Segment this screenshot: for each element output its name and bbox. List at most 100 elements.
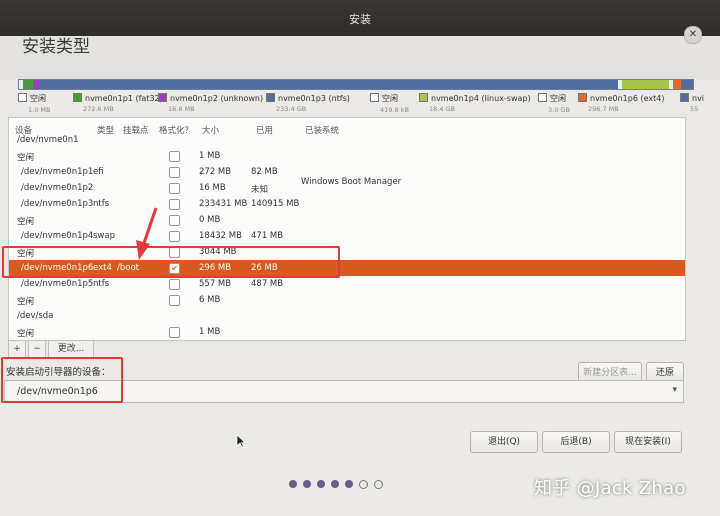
cell-device: /dev/nvme0n1p2 [21, 183, 94, 193]
legend-item: nvme0n1p4 (linux-swap) 18.4 GB [419, 93, 531, 113]
cell-size: 16 MB [199, 183, 226, 193]
annotation-box-boot-row [2, 246, 340, 278]
install-now-button[interactable]: 现在安装(I) [614, 431, 682, 453]
legend-swatch [419, 93, 428, 102]
cell-device: /dev/nvme0n1p1 [21, 167, 94, 177]
legend-swatch [578, 93, 587, 102]
remove-partition-button[interactable]: − [28, 340, 46, 358]
cell-type: ntfs [93, 199, 110, 209]
cell-device: /dev/nvme0n1p4 [21, 231, 94, 241]
cell-device: /dev/nvme0n1 [17, 135, 79, 145]
legend-swatch [370, 93, 379, 102]
legend-label: nvme0n1p3 (ntfs) [278, 94, 350, 103]
format-checkbox[interactable] [169, 295, 180, 306]
legend-swatch [680, 93, 689, 102]
legend-label: 空闲 [30, 94, 46, 103]
format-checkbox[interactable] [169, 183, 180, 194]
close-icon[interactable]: ✕ [684, 26, 702, 44]
legend-size: 1.0 MB [28, 106, 51, 114]
cell-device: 空闲 [17, 217, 35, 227]
table-row[interactable]: /dev/nvme0n1p4 swap 18432 MB 471 MB [9, 228, 685, 244]
legend-size: 3.0 GB [548, 106, 570, 114]
cell-device: /dev/nvme0n1p3 [21, 199, 94, 209]
legend-size: 16.8 MB [168, 105, 195, 113]
cell-used: 未知 [251, 185, 269, 195]
progress-dot [345, 480, 353, 488]
format-checkbox[interactable] [169, 199, 180, 210]
table-row[interactable]: /dev/nvme0n1p3 ntfs 233431 MB 140915 MB [9, 196, 685, 212]
cell-size: 1 MB [199, 151, 221, 161]
installer-screen: 安装 安装类型 ✕ 空闲 1.0 MB nvme0n1p1 (fat32) 272.6… [0, 0, 720, 516]
legend-swatch [73, 93, 82, 102]
bar-segment [23, 80, 34, 89]
bar-segment [681, 80, 693, 89]
cell-used: 487 MB [251, 279, 284, 289]
watermark: 知乎 @Jack Zhao [534, 478, 686, 499]
back-button[interactable]: 后退(B) [542, 431, 610, 453]
bar-segment [38, 80, 619, 89]
page-title: 安装类型 [22, 37, 90, 57]
legend-item: nvme0n1p6 (ext4) 296.7 MB [578, 93, 664, 113]
table-row[interactable]: 空闲 0 MB [9, 212, 685, 228]
cell-type: efi [93, 167, 104, 177]
legend-size: 296.7 MB [588, 105, 619, 113]
header-area [0, 36, 720, 80]
legend-swatch [266, 93, 275, 102]
partition-toolbar: + − 更改... [8, 340, 96, 358]
cell-type: ntfs [93, 279, 110, 289]
legend-label: nvme0n1p4 (linux-swap) [431, 94, 531, 103]
cell-device: 空闲 [17, 153, 35, 163]
annotation-arrow-icon [136, 207, 158, 260]
table-row[interactable]: 空闲 1 MB [9, 148, 685, 164]
legend-label: 空闲 [382, 94, 398, 103]
legend-item: nvme0n1p1 (fat32) 272.6 MB [73, 93, 163, 113]
legend-item: 空闲 419.8 kB [370, 93, 409, 114]
installed-system-text: Windows Boot Manager [301, 177, 402, 187]
chevron-down-icon: ▾ [672, 385, 677, 395]
legend-swatch [538, 93, 547, 102]
cell-device: 空闲 [17, 297, 35, 307]
cell-used: 471 MB [251, 231, 284, 241]
legend-item: nvme0n1p2 (unknown) 16.8 MB [158, 93, 263, 113]
table-row[interactable]: /dev/nvme0n1 [9, 132, 685, 148]
table-row[interactable]: /dev/sda [9, 308, 685, 324]
progress-dot [374, 480, 383, 489]
cell-size: 0 MB [199, 215, 221, 225]
cell-type: swap [93, 231, 115, 241]
table-row[interactable]: 空闲 1 MB [9, 324, 685, 340]
change-partition-button[interactable]: 更改... [48, 340, 94, 358]
cell-size: 233431 MB [199, 199, 248, 209]
cell-device: 空闲 [17, 329, 35, 339]
legend-item: 空闲 3.0 GB [538, 93, 570, 114]
legend-swatch [18, 93, 27, 102]
add-partition-button[interactable]: + [8, 340, 26, 358]
legend-item: nvi 55 [680, 93, 704, 113]
legend-item: 空闲 1.0 MB [18, 93, 50, 114]
table-row[interactable]: 空闲 6 MB [9, 292, 685, 308]
legend-size: 419.8 kB [380, 106, 409, 114]
format-checkbox[interactable] [169, 151, 180, 162]
format-checkbox[interactable] [169, 279, 180, 290]
legend-swatch [158, 93, 167, 102]
legend-size: 55 [690, 105, 699, 113]
legend-size: 233.4 GB [276, 105, 307, 113]
bar-segment [622, 80, 670, 89]
cell-size: 272 MB [199, 167, 232, 177]
legend-label: nvme0n1p1 (fat32) [85, 94, 163, 103]
table-row[interactable]: /dev/nvme0n1p5 ntfs 557 MB 487 MB [9, 276, 685, 292]
legend-size: 272.6 MB [83, 105, 114, 113]
cell-size: 6 MB [199, 295, 221, 305]
mouse-cursor-icon [236, 434, 246, 448]
format-checkbox[interactable] [169, 215, 180, 226]
partition-table[interactable]: 设备 类型 挂载点 格式化？ 大小 已用 已装系统 /dev/nvme0n1 空闲… [8, 117, 686, 341]
cell-size: 1 MB [199, 327, 221, 337]
legend-label: 空闲 [550, 94, 566, 103]
format-checkbox[interactable] [169, 167, 180, 178]
cell-device: /dev/sda [17, 311, 54, 321]
format-checkbox[interactable] [169, 231, 180, 242]
quit-button[interactable]: 退出(Q) [470, 431, 538, 453]
progress-dot [317, 480, 325, 488]
legend-size: 18.4 GB [429, 105, 456, 113]
legend-label: nvme0n1p6 (ext4) [590, 94, 665, 103]
format-checkbox[interactable] [169, 327, 180, 338]
